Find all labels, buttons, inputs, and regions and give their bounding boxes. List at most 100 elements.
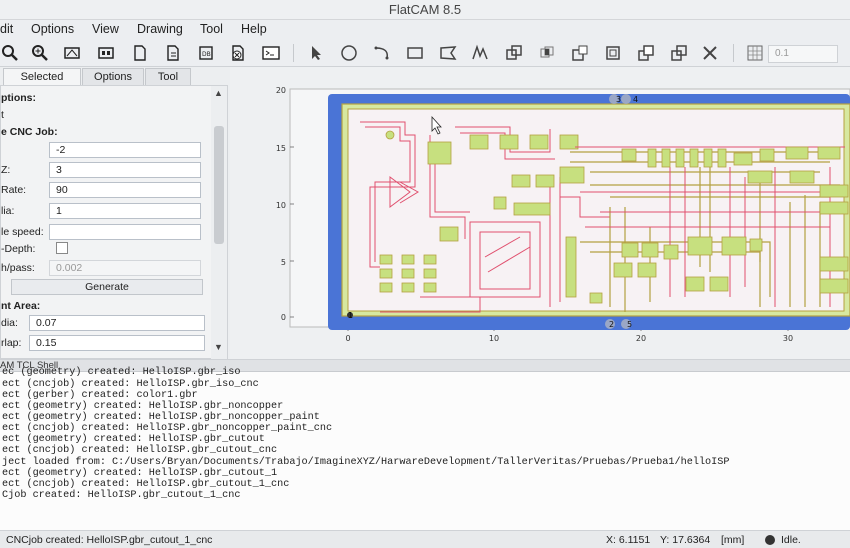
scroll-up-icon[interactable]: ▲ [214, 88, 223, 98]
tool-label: t [1, 109, 4, 121]
copy-icon[interactable] [636, 43, 656, 63]
y-tick-label: 0 [281, 313, 286, 322]
open-file-icon[interactable] [163, 43, 183, 63]
multi-depth-label: -Depth: [1, 243, 36, 255]
status-bar: CNCjob created: HelloISP.gbr_cutout_1_cn… [0, 530, 850, 548]
shell-line: ec (geometry) created: HelloISP.gbr_iso [2, 367, 241, 378]
create-cnc-heading: e CNC Job: [1, 126, 58, 138]
status-state: Idle. [781, 534, 801, 546]
plot-canvas[interactable]: 20 15 10 5 0 0 10 20 30 3 4 1 2 5 [230, 67, 850, 359]
tool-dia-label: lia: [1, 205, 15, 217]
cut-icon[interactable] [669, 43, 689, 63]
x-tick-label: 30 [783, 334, 793, 343]
union-icon[interactable] [504, 43, 524, 63]
corner-label: 4 [633, 95, 638, 104]
y-tick-label: 15 [276, 144, 286, 153]
y-tick-label: 20 [276, 86, 286, 95]
cut-z-input[interactable]: -2 [49, 142, 201, 158]
feed-rate-label: Rate: [1, 184, 27, 196]
tab-selected[interactable]: Selected [3, 68, 81, 85]
title-bar: FlatCAM 8.5 [0, 0, 850, 20]
tab-bar: Selected Options Tool [0, 67, 230, 85]
tcl-shell-output[interactable]: ec (geometry) created: HelloISP.gbr_iso … [0, 367, 850, 530]
shell-line: ect (geometry) created: HelloISP.gbr_cut… [2, 468, 278, 479]
corner-label: 2 [609, 320, 614, 329]
shell-line: ect (geometry) created: HelloISP.gbr_non… [2, 401, 284, 412]
tab-options[interactable]: Options [82, 68, 144, 85]
paint-area-heading: nt Area: [1, 300, 41, 312]
shell-line: ect (cncjob) created: HelloISP.gbr_cutou… [2, 445, 278, 456]
shell-line: ect (cncjob) created: HelloISP.gbr_nonco… [2, 423, 333, 434]
excellon-icon[interactable]: DB [196, 43, 216, 63]
menu-tool[interactable]: Tool [200, 22, 223, 36]
pcb-plot[interactable]: 20 15 10 5 0 0 10 20 30 3 4 1 2 5 [230, 67, 850, 359]
depth-per-pass-input[interactable]: 0.002 [49, 260, 201, 276]
options-heading: ptions: [1, 92, 36, 104]
depth-per-pass-label: h/pass: [1, 262, 35, 274]
shell-icon[interactable] [261, 43, 281, 63]
zoom-fit-icon[interactable] [0, 43, 20, 63]
toolbar: DB [0, 39, 850, 67]
menu-drawing[interactable]: Drawing [137, 22, 183, 36]
menu-help[interactable]: Help [241, 22, 267, 36]
shell-line: ect (gerber) created: color1.gbr [2, 390, 198, 401]
grid-size-input[interactable]: 0.1 [768, 45, 838, 63]
arc-icon[interactable] [372, 43, 392, 63]
shell-line: Cjob created: HelloISP.gbr_cutout_1_cnc [2, 490, 241, 501]
circle-icon[interactable] [339, 43, 359, 63]
new-geometry-icon[interactable] [62, 43, 82, 63]
units-label: [mm] [721, 534, 745, 546]
scroll-down-icon[interactable]: ▼ [214, 342, 223, 352]
y-tick-label: 10 [276, 201, 286, 210]
shell-line: ect (geometry) created: HelloISP.gbr_cut… [2, 434, 265, 445]
status-message: CNCjob created: HelloISP.gbr_cutout_1_cn… [6, 534, 213, 546]
shell-line: ect (cncjob) created: HelloISP.gbr_iso_c… [2, 379, 259, 390]
svg-text:DB: DB [202, 51, 211, 58]
intersection-icon[interactable] [537, 43, 557, 63]
spindle-speed-input[interactable] [49, 224, 201, 240]
close-x-icon[interactable] [700, 43, 720, 63]
overlap-input[interactable]: 0.15 [29, 335, 205, 351]
x-tick-label: 0 [345, 334, 350, 343]
x-coordinate: X: 6.1151 [606, 534, 651, 546]
generate-button[interactable]: Generate [11, 279, 203, 295]
new-file-icon[interactable] [130, 43, 150, 63]
corner-label: 5 [627, 320, 632, 329]
panel-scrollbar[interactable]: ▲ ▼ [211, 86, 227, 360]
menu-edit[interactable]: dit [0, 22, 13, 36]
polygon-icon[interactable] [438, 43, 458, 63]
shell-line: ect (geometry) created: HelloISP.gbr_non… [2, 412, 320, 423]
selected-properties-panel: ptions: t e CNC Job: -2 Z: 3 Rate: 90 li… [0, 85, 228, 360]
tab-tool[interactable]: Tool [145, 68, 191, 85]
multi-depth-checkbox[interactable] [56, 242, 68, 254]
status-indicator-icon [765, 535, 775, 545]
grid-icon[interactable] [745, 43, 765, 63]
delete-icon[interactable] [228, 43, 248, 63]
window-title: FlatCAM 8.5 [388, 2, 462, 17]
buffer-icon[interactable] [603, 43, 623, 63]
left-panel: Selected Options Tool ptions: t e CNC Jo… [0, 67, 230, 360]
travel-z-input[interactable]: 3 [49, 162, 201, 178]
corner-label: 3 [616, 95, 621, 104]
menu-view[interactable]: View [92, 22, 119, 36]
new-gerber-icon[interactable] [96, 43, 116, 63]
subtract-icon[interactable] [570, 43, 590, 63]
shell-line: ject loaded from: C:/Users/Bryan/Documen… [2, 457, 730, 468]
tool-dia-input[interactable]: 1 [49, 203, 201, 219]
paint-tool-dia-input[interactable]: 0.07 [29, 315, 205, 331]
travel-z-label: Z: [1, 164, 11, 176]
rectangle-icon[interactable] [405, 43, 425, 63]
corner-label: 1 [348, 311, 353, 320]
menu-bar: dit Options View Drawing Tool Help [0, 20, 850, 39]
overlap-label: rlap: [1, 337, 22, 349]
scroll-thumb[interactable] [214, 126, 224, 244]
menu-options[interactable]: Options [31, 22, 74, 36]
select-arrow-icon[interactable] [306, 43, 326, 63]
zoom-in-icon[interactable] [30, 43, 50, 63]
feed-rate-input[interactable]: 90 [49, 182, 201, 198]
y-coordinate: Y: 17.6364 [660, 534, 711, 546]
paint-tool-dia-label: dia: [1, 317, 18, 329]
x-tick-label: 20 [636, 334, 646, 343]
shell-line: ect (cncjob) created: HelloISP.gbr_cutou… [2, 479, 290, 490]
path-icon[interactable] [470, 43, 490, 63]
